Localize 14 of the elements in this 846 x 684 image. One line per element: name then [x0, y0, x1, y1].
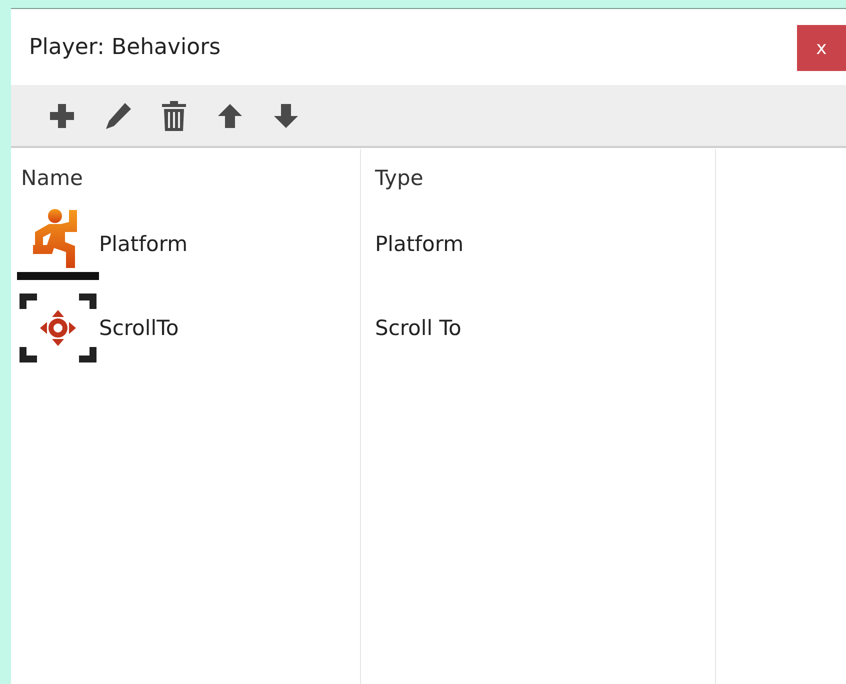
- window-title: Player: Behaviors: [29, 34, 221, 60]
- running-figure-icon: [17, 206, 99, 282]
- behavior-type: Scroll To: [375, 316, 462, 340]
- close-button[interactable]: x: [797, 25, 846, 71]
- behavior-type: Platform: [375, 232, 464, 256]
- pencil-icon: [103, 100, 133, 130]
- scroll-target-icon: [17, 291, 99, 365]
- down-arrow-icon: [273, 102, 299, 128]
- column-header[interactable]: Type: [360, 148, 714, 202]
- behavior-name: ScrollTo: [99, 316, 179, 340]
- up-arrow-icon: [217, 102, 243, 128]
- column-header[interactable]: Name: [11, 148, 360, 202]
- trash-icon: [161, 100, 187, 132]
- behavior-name: Platform: [99, 232, 188, 256]
